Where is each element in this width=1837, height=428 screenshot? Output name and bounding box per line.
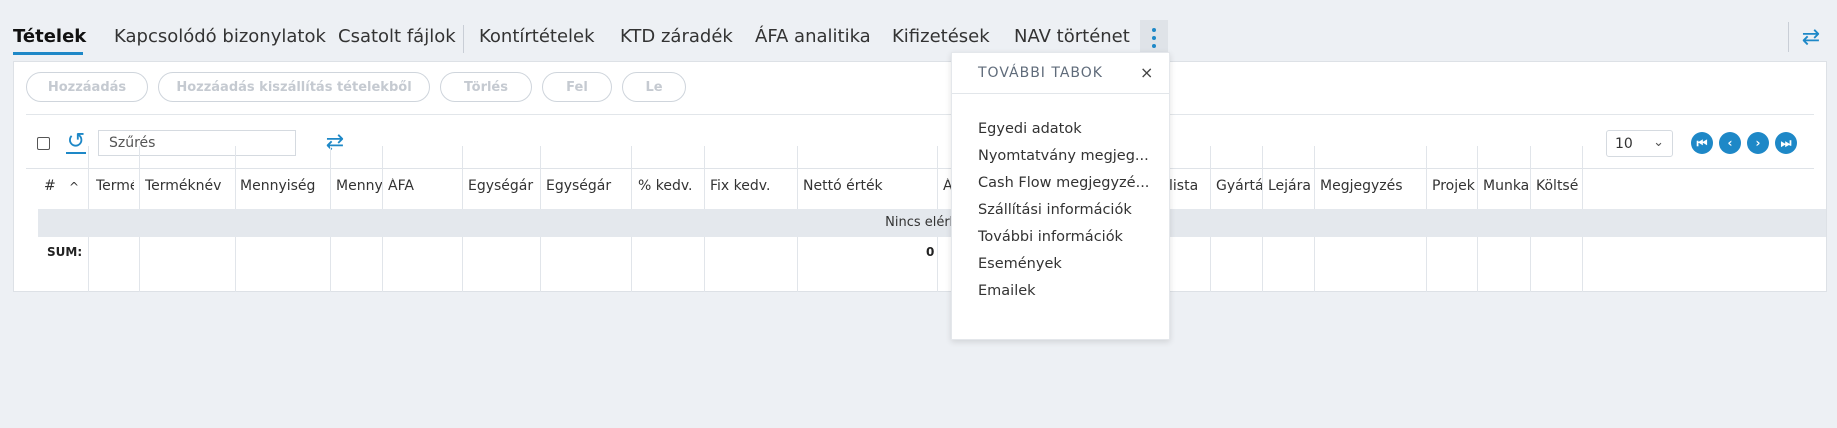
active-tab-indicator <box>13 52 83 55</box>
first-page-icon[interactable]: ⏮ <box>1691 132 1713 154</box>
column-header-gyarto[interactable]: Gyártá <box>1216 178 1262 194</box>
move-up-button[interactable]: Fel <box>542 72 612 102</box>
popup-item-tovabbi-informaciok[interactable]: További információk <box>978 229 1123 245</box>
delete-button[interactable]: Törlés <box>440 72 532 102</box>
column-header-egysegar-1[interactable]: Egységár <box>468 178 538 194</box>
column-header-afa[interactable]: ÁFA <box>388 178 448 194</box>
prev-page-icon[interactable]: ‹ <box>1719 132 1741 154</box>
tab-kapcsolodo-bizonylatok[interactable]: Kapcsolódó bizonylatok <box>114 26 326 47</box>
column-header-termekkod[interactable]: Termé <box>96 178 134 194</box>
tab-divider <box>463 25 464 53</box>
popup-title: TOVÁBBI TABOK <box>978 65 1103 81</box>
tab-afa-analitika[interactable]: ÁFA analitika <box>755 26 871 47</box>
sum-label: SUM: <box>47 245 83 259</box>
kebab-dot-icon <box>1152 44 1156 48</box>
close-icon[interactable]: × <box>1140 63 1153 82</box>
toolbar-divider <box>26 114 1814 115</box>
column-header-mennyiseg[interactable]: Mennyiség <box>240 178 326 194</box>
column-header-lista[interactable]: lista <box>1169 178 1209 194</box>
popup-item-nyomtatvany-megjegyzes[interactable]: Nyomtatvány megjeg... <box>978 148 1149 164</box>
page-size-select[interactable]: 10 ⌄ <box>1606 130 1673 157</box>
column-header-munka[interactable]: Munka <box>1483 178 1529 194</box>
column-header-megjegyzes[interactable]: Megjegyzés <box>1320 178 1430 194</box>
tab-kontirtetelek[interactable]: Kontírtételek <box>479 26 595 47</box>
items-panel: Hozzáadás Hozzáadás kiszállítás tételekb… <box>13 61 1827 292</box>
popup-item-egyedi-adatok[interactable]: Egyedi adatok <box>978 121 1082 137</box>
tab-nav-tortenet[interactable]: NAV történet <box>1014 26 1130 47</box>
column-header-projekt[interactable]: Projek <box>1432 178 1478 194</box>
tab-tetelek[interactable]: Tételek <box>13 26 86 47</box>
chevron-down-icon: ⌄ <box>1653 135 1664 150</box>
sort-up-icon[interactable]: ^ <box>69 180 79 194</box>
column-header-egysegar-2[interactable]: Egységár <box>546 178 626 194</box>
tab-bar: Tételek Kapcsolódó bizonylatok Csatolt f… <box>0 0 1837 62</box>
popup-item-esemenyek[interactable]: Események <box>978 256 1062 272</box>
tab-kifizetesek[interactable]: Kifizetések <box>892 26 990 47</box>
filter-input[interactable]: Szűrés <box>98 130 296 156</box>
sum-netto-value: 0 <box>926 245 935 259</box>
column-header-termeknev[interactable]: Terméknév <box>145 178 231 194</box>
popup-item-cash-flow-megjegyzes[interactable]: Cash Flow megjegyzé... <box>978 175 1149 191</box>
page-size-value: 10 <box>1615 136 1633 152</box>
tab-ktd-zaradek[interactable]: KTD záradék <box>620 26 733 47</box>
more-tabs-popup: TOVÁBBI TABOK × Egyedi adatok Nyomtatván… <box>951 52 1170 340</box>
kebab-dot-icon <box>1152 36 1156 40</box>
column-header-netto-ertek[interactable]: Nettó érték <box>803 178 923 194</box>
more-tabs-button[interactable] <box>1140 20 1168 56</box>
column-header-index[interactable]: # <box>44 178 56 194</box>
column-header-mennyisegi-egyseg[interactable]: Menny <box>336 178 382 194</box>
kebab-dot-icon <box>1152 28 1156 32</box>
refresh-underline <box>66 152 86 154</box>
refresh-icon[interactable]: ↺ <box>64 130 88 154</box>
popup-divider <box>952 93 1169 94</box>
column-header-lejarat[interactable]: Lejára <box>1268 178 1314 194</box>
move-down-button[interactable]: Le <box>622 72 686 102</box>
add-from-delivery-button[interactable]: Hozzáadás kiszállítás tételekből <box>158 72 430 102</box>
column-swap-icon[interactable]: ⇄ <box>321 130 349 156</box>
table-header-border <box>26 168 1814 169</box>
column-header-fix-kedvezmeny[interactable]: Fix kedv. <box>710 178 790 194</box>
toolbar-divider <box>1788 22 1789 52</box>
swap-icon[interactable]: ⇄ <box>1796 22 1826 52</box>
column-header-szazalek-kedvezmeny[interactable]: % kedv. <box>638 178 704 194</box>
select-all-checkbox[interactable] <box>37 137 50 150</box>
empty-table-row: Nincs elérhető <box>38 209 1826 237</box>
next-page-icon[interactable]: › <box>1747 132 1769 154</box>
column-header-koltseg[interactable]: Költsé <box>1536 178 1582 194</box>
popup-item-emailek[interactable]: Emailek <box>978 283 1036 299</box>
last-page-icon[interactable]: ⏭ <box>1775 132 1797 154</box>
popup-item-szallitasi-informaciok[interactable]: Szállítási információk <box>978 202 1132 218</box>
add-button[interactable]: Hozzáadás <box>26 72 148 102</box>
tab-csatolt-fajlok[interactable]: Csatolt fájlok <box>338 26 456 47</box>
